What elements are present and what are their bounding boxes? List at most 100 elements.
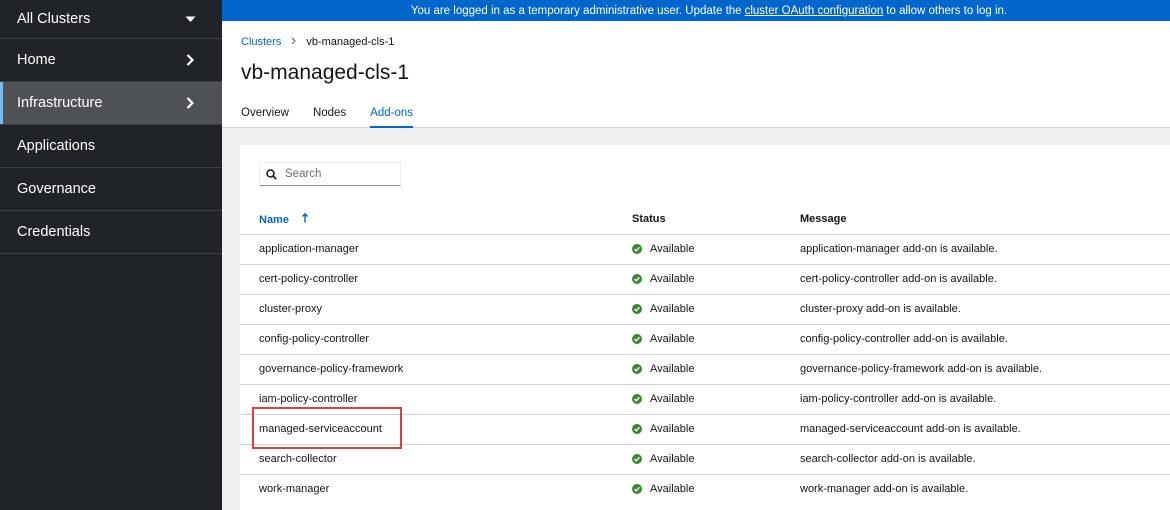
status-cell: Available xyxy=(632,353,800,384)
add-on-name: config-policy-controller xyxy=(240,323,632,354)
check-circle-icon xyxy=(632,454,642,464)
search-placeholder: Search xyxy=(285,168,322,180)
tab-nodes[interactable]: Nodes xyxy=(313,99,346,128)
add-ons-table: Name Status Message application-manager A… xyxy=(240,205,1170,504)
add-on-message: cert-policy-controller add-on is availab… xyxy=(800,263,1170,294)
add-on-name: search-collector xyxy=(240,443,632,474)
table-header-row: Name Status Message xyxy=(240,205,1170,234)
breadcrumb-separator-icon xyxy=(291,37,297,48)
check-circle-icon xyxy=(632,394,642,404)
status-cell: Available xyxy=(632,293,800,324)
status-badge: Available xyxy=(632,303,800,315)
status-badge: Available xyxy=(632,483,800,495)
status-badge: Available xyxy=(632,273,800,285)
check-circle-icon xyxy=(632,334,642,344)
add-on-message: cluster-proxy add-on is available. xyxy=(800,293,1170,324)
add-on-message: application-manager add-on is available. xyxy=(800,233,1170,264)
chevron-right-icon xyxy=(184,97,196,109)
status-cell: Available xyxy=(632,233,800,264)
status-badge: Available xyxy=(632,333,800,345)
status-badge: Available xyxy=(632,363,800,375)
status-badge: Available xyxy=(632,453,800,465)
banner-text-after: to allow others to log in. xyxy=(886,4,1008,17)
status-label: Available xyxy=(650,273,695,285)
sidebar-item-label: Applications xyxy=(17,138,96,154)
add-on-name: iam-policy-controller xyxy=(240,383,632,414)
page-header: Clusters vb-managed-cls-1 vb-managed-cls… xyxy=(222,21,1170,129)
sidebar-item-label: Governance xyxy=(17,181,96,197)
add-on-name: cluster-proxy xyxy=(240,293,632,324)
add-on-name: cert-policy-controller xyxy=(240,263,632,294)
status-badge: Available xyxy=(632,393,800,405)
sidebar-item-label: Credentials xyxy=(17,224,91,240)
column-header-name-label: Name xyxy=(259,213,289,226)
status-label: Available xyxy=(650,333,695,345)
add-on-message: work-manager add-on is available. xyxy=(800,473,1170,504)
status-label: Available xyxy=(650,453,695,465)
status-badge: Available xyxy=(632,423,800,435)
sidebar-item-label: Infrastructure xyxy=(17,95,103,111)
column-header-name[interactable]: Name xyxy=(240,205,632,234)
status-label: Available xyxy=(650,303,695,315)
column-header-status[interactable]: Status xyxy=(632,205,800,234)
chevron-down-icon xyxy=(184,13,196,25)
status-label: Available xyxy=(650,243,695,255)
sidebar: All Clusters Home Infrastructure Applica… xyxy=(0,0,222,510)
sidebar-item-governance[interactable]: Governance xyxy=(0,168,222,211)
breadcrumb: Clusters vb-managed-cls-1 xyxy=(241,36,394,48)
check-circle-icon xyxy=(632,484,642,495)
add-on-name: work-manager xyxy=(240,473,632,504)
search-input[interactable]: Search xyxy=(259,162,401,186)
cluster-switcher[interactable]: All Clusters xyxy=(0,0,222,39)
oauth-config-link[interactable]: cluster OAuth configuration xyxy=(745,5,884,17)
status-cell: Available xyxy=(632,473,800,504)
sidebar-item-credentials[interactable]: Credentials xyxy=(0,211,222,254)
add-on-message: config-policy-controller add-on is avail… xyxy=(800,323,1170,354)
check-circle-icon xyxy=(632,424,642,434)
status-cell: Available xyxy=(632,323,800,354)
status-label: Available xyxy=(650,423,695,435)
status-label: Available xyxy=(650,483,695,496)
status-cell: Available xyxy=(632,263,800,294)
status-badge: Available xyxy=(632,243,800,255)
add-on-message: managed-serviceaccount add-on is availab… xyxy=(800,413,1170,444)
breadcrumb-clusters-link[interactable]: Clusters xyxy=(241,36,281,48)
search-icon xyxy=(266,168,277,180)
check-circle-icon xyxy=(632,274,642,284)
column-header-message[interactable]: Message xyxy=(800,205,1170,234)
status-label: Available xyxy=(650,393,695,405)
check-circle-icon xyxy=(632,364,642,374)
add-on-message: search-collector add-on is available. xyxy=(800,443,1170,474)
check-circle-icon xyxy=(632,244,642,254)
cluster-switcher-label: All Clusters xyxy=(17,11,91,27)
page-title: vb-managed-cls-1 xyxy=(241,61,410,84)
add-on-name: managed-serviceaccount xyxy=(240,413,632,444)
chevron-right-icon xyxy=(184,54,196,66)
banner-text-before: You are logged in as a temporary adminis… xyxy=(410,4,742,17)
table-row: managed-serviceaccount Available managed-s… xyxy=(240,413,1170,444)
table-row: config-policy-controller Available config-… xyxy=(240,323,1170,354)
table-row: work-manager Available work-manager add-on… xyxy=(240,473,1170,504)
table-row: cert-policy-controller Available cert-poli… xyxy=(240,263,1170,294)
add-ons-card: Search Name Status Message application-m… xyxy=(240,145,1170,510)
tab-overview[interactable]: Overview xyxy=(241,99,289,128)
sidebar-item-applications[interactable]: Applications xyxy=(0,125,222,168)
check-circle-icon xyxy=(632,304,642,314)
add-on-name: application-manager xyxy=(240,233,632,264)
status-label: Available xyxy=(650,363,695,375)
table-row: search-collector Available search-collecto… xyxy=(240,443,1170,474)
sidebar-item-home[interactable]: Home xyxy=(0,39,222,82)
add-on-message: governance-policy-framework add-on is av… xyxy=(800,353,1170,384)
table-body: application-manager Available application-… xyxy=(240,233,1170,504)
add-on-name: governance-policy-framework xyxy=(240,353,632,384)
status-cell: Available xyxy=(632,443,800,474)
sidebar-item-infrastructure[interactable]: Infrastructure xyxy=(0,82,222,125)
table-row: application-manager Available application-… xyxy=(240,233,1170,264)
table-row: cluster-proxy Available cluster-proxy add-… xyxy=(240,293,1170,324)
sort-ascending-icon xyxy=(302,212,309,226)
tab-bar: Overview Nodes Add-ons xyxy=(241,99,437,129)
table-row: iam-policy-controller Available iam-policy… xyxy=(240,383,1170,414)
tab-add-ons[interactable]: Add-ons xyxy=(370,99,413,129)
sidebar-item-label: Home xyxy=(17,52,56,68)
status-cell: Available xyxy=(632,413,800,444)
